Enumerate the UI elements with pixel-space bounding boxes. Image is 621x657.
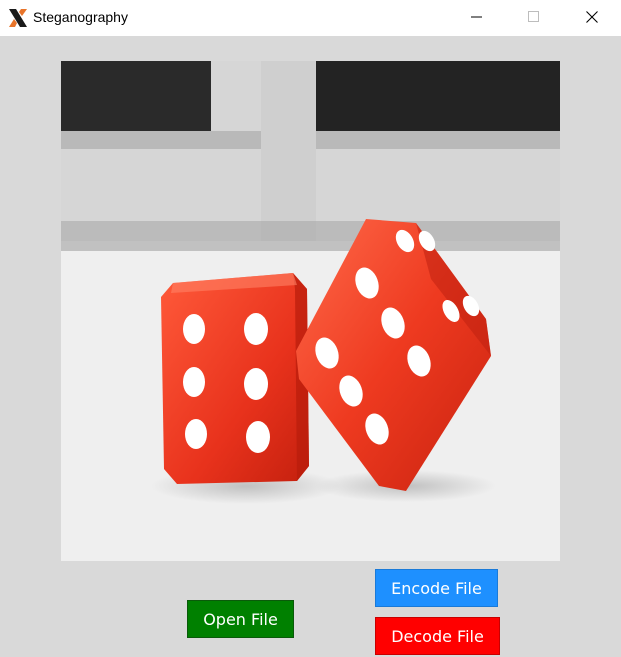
dice-photo	[61, 61, 560, 561]
minimize-button[interactable]	[448, 0, 506, 34]
image-preview	[61, 61, 560, 561]
decode-file-button[interactable]: Decode File	[375, 617, 500, 655]
x-app-icon	[7, 7, 29, 29]
minimize-icon	[471, 16, 482, 18]
window-title: Steganography	[33, 9, 128, 25]
title-bar: Steganography	[0, 0, 621, 36]
maximize-button[interactable]	[505, 0, 563, 34]
close-button[interactable]	[563, 0, 621, 34]
encode-file-button[interactable]: Encode File	[375, 569, 498, 607]
open-file-button[interactable]: Open File	[187, 600, 294, 638]
close-icon	[586, 11, 598, 23]
maximize-icon	[528, 11, 539, 22]
